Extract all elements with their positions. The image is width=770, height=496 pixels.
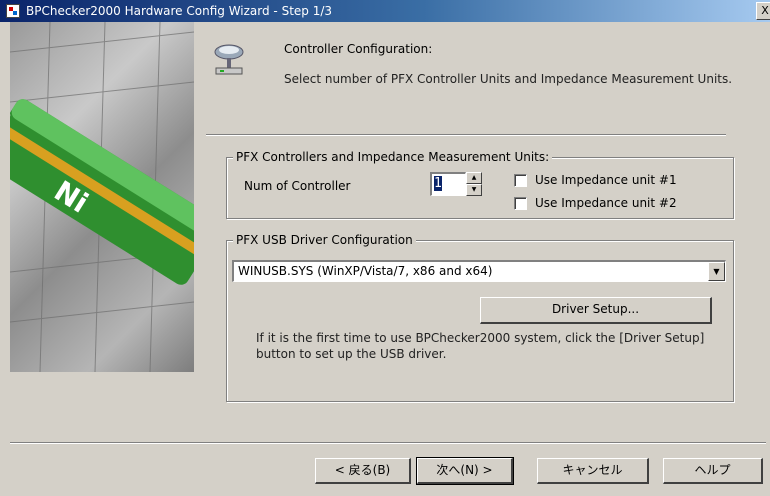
impedance-1-checkbox[interactable] — [514, 174, 527, 187]
num-controller-label: Num of Controller — [244, 179, 351, 193]
driver-setup-button[interactable]: Driver Setup... — [480, 297, 712, 324]
footer-separator — [10, 442, 766, 444]
driver-info-text: If it is the first time to use BPChecker… — [256, 331, 705, 361]
impedance-2-label: Use Impedance unit #2 — [535, 196, 677, 210]
header-separator — [206, 134, 726, 136]
close-button[interactable]: X — [756, 2, 770, 20]
header-title: Controller Configuration: — [284, 42, 433, 56]
impedance-1-label: Use Impedance unit #1 — [535, 173, 677, 187]
controller-icon — [214, 44, 244, 75]
next-button[interactable]: 次へ(N) > — [416, 457, 514, 485]
header-description: Select number of PFX Controller Units an… — [284, 72, 733, 86]
cancel-button[interactable]: キャンセル — [537, 458, 649, 484]
num-controller-input[interactable]: 1 — [430, 172, 466, 196]
title-bar: BPChecker2000 Hardware Config Wizard - S… — [0, 0, 770, 22]
driver-select[interactable]: WINUSB.SYS (WinXP/Vista/7, x86 and x64) … — [232, 260, 726, 282]
num-controller-spinner[interactable]: ▲ ▼ — [466, 172, 482, 196]
impedance-2-checkbox[interactable] — [514, 197, 527, 210]
controllers-group-title: PFX Controllers and Impedance Measuremen… — [233, 150, 553, 164]
chevron-down-icon[interactable]: ▼ — [708, 262, 725, 281]
spin-down-button[interactable]: ▼ — [466, 184, 482, 196]
driver-select-value: WINUSB.SYS (WinXP/Vista/7, x86 and x64) — [238, 264, 493, 278]
usb-group-title: PFX USB Driver Configuration — [233, 233, 416, 247]
spin-up-button[interactable]: ▲ — [466, 172, 482, 184]
help-button[interactable]: ヘルプ — [663, 458, 763, 484]
battery-illustration: Ni — [10, 22, 194, 372]
back-button[interactable]: < 戻る(B) — [315, 458, 411, 484]
window-title: BPChecker2000 Hardware Config Wizard - S… — [26, 4, 333, 18]
wizard-side-image: Ni — [10, 22, 194, 372]
num-controller-value: 1 — [434, 176, 442, 191]
app-icon — [6, 4, 20, 18]
